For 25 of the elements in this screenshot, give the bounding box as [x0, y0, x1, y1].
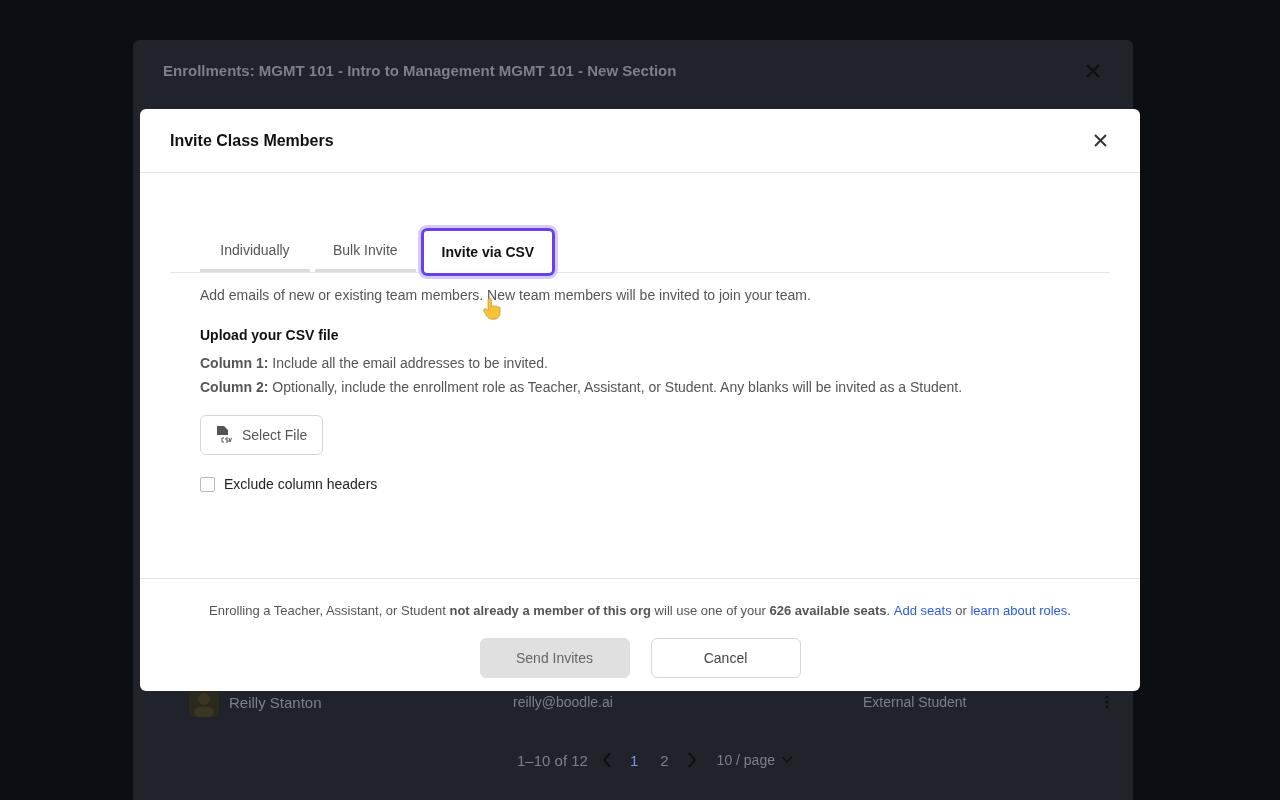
member-role: External Student — [863, 694, 968, 710]
page-range: 1–10 of 12 — [517, 751, 588, 769]
tab[interactable]: Invite via CSV — [420, 228, 556, 276]
page-button[interactable]: 1 — [625, 751, 643, 769]
dialog-title: Enrollments: MGMT 101 - Intro to Management MGMT 101 - New Section — [163, 62, 677, 79]
section-heading: Upload your CSV file — [200, 327, 340, 343]
tab[interactable]: Bulk Invite — [315, 230, 416, 272]
checkbox-label: Exclude column headers — [224, 476, 378, 492]
csv-file-icon — [216, 425, 234, 445]
close-button[interactable] — [1094, 134, 1107, 147]
description-text: Add emails of new or existing team members. New team members will be invited to join your team. — [200, 287, 812, 303]
member-email: reilly@boodle.ai — [513, 694, 614, 710]
seat-notice: Enrolling a Teacher, Assistant, or Student not already a member of this org will use one of your 626 available seats. Add seats or learn about roles. — [209, 603, 1071, 618]
dialog-title: Invite Class Members — [170, 131, 334, 150]
column-instruction: Column 1: Include all the email addresses to be invited. — [200, 355, 549, 371]
close-icon — [1094, 134, 1107, 147]
page-size-select[interactable]: 10 / page — [710, 751, 799, 769]
checkbox[interactable] — [200, 476, 215, 492]
select-file-button[interactable]: Select File — [200, 415, 324, 455]
member-name: Reilly Stanton — [229, 693, 323, 711]
column-instruction: Column 2: Optionally, include the enrollment role as Teacher, Assistant, or Student. Any blanks will be invited as a Student. — [200, 379, 964, 395]
tab[interactable]: Individually — [200, 230, 310, 272]
add-seats-link[interactable]: Add seats — [893, 603, 952, 618]
cancel-button[interactable]: Cancel — [650, 638, 801, 678]
page-button[interactable]: 2 — [656, 751, 673, 769]
